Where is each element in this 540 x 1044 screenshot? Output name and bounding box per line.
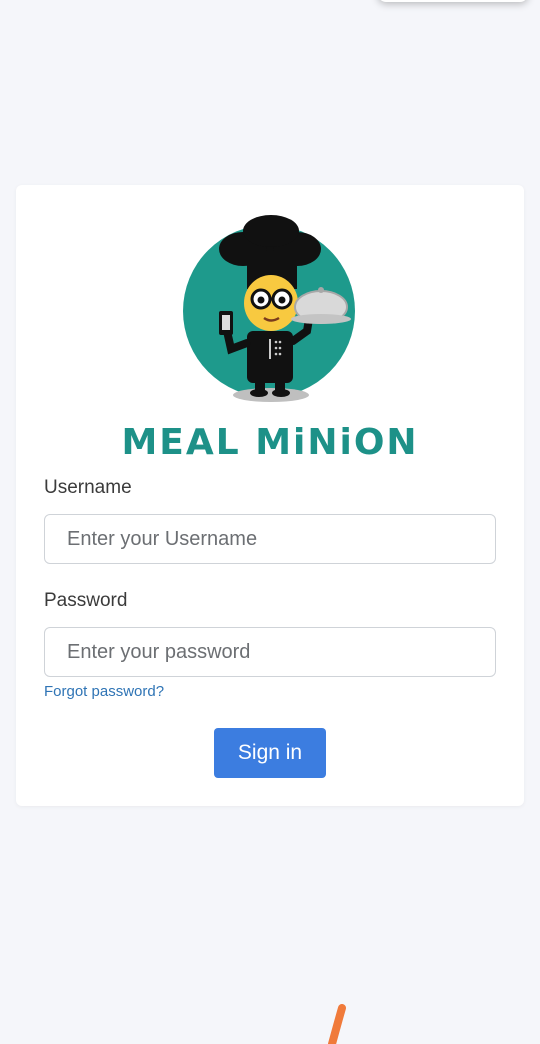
password-label: Password — [44, 590, 128, 611]
brand-wordmark: MEAL MiNiON — [121, 422, 419, 463]
username-input[interactable] — [44, 514, 496, 564]
password-input[interactable] — [44, 627, 496, 677]
login-card: MEAL MiNiON Username Password Forgot pas… — [16, 185, 524, 806]
top-overlay-edge — [378, 0, 528, 2]
forgot-password-link[interactable]: Forgot password? — [44, 683, 164, 700]
chef-mascot-logo-icon — [183, 215, 355, 402]
scroll-indicator-icon — [328, 1004, 346, 1044]
sign-in-button[interactable]: Sign in — [214, 728, 326, 778]
username-label: Username — [44, 477, 132, 498]
